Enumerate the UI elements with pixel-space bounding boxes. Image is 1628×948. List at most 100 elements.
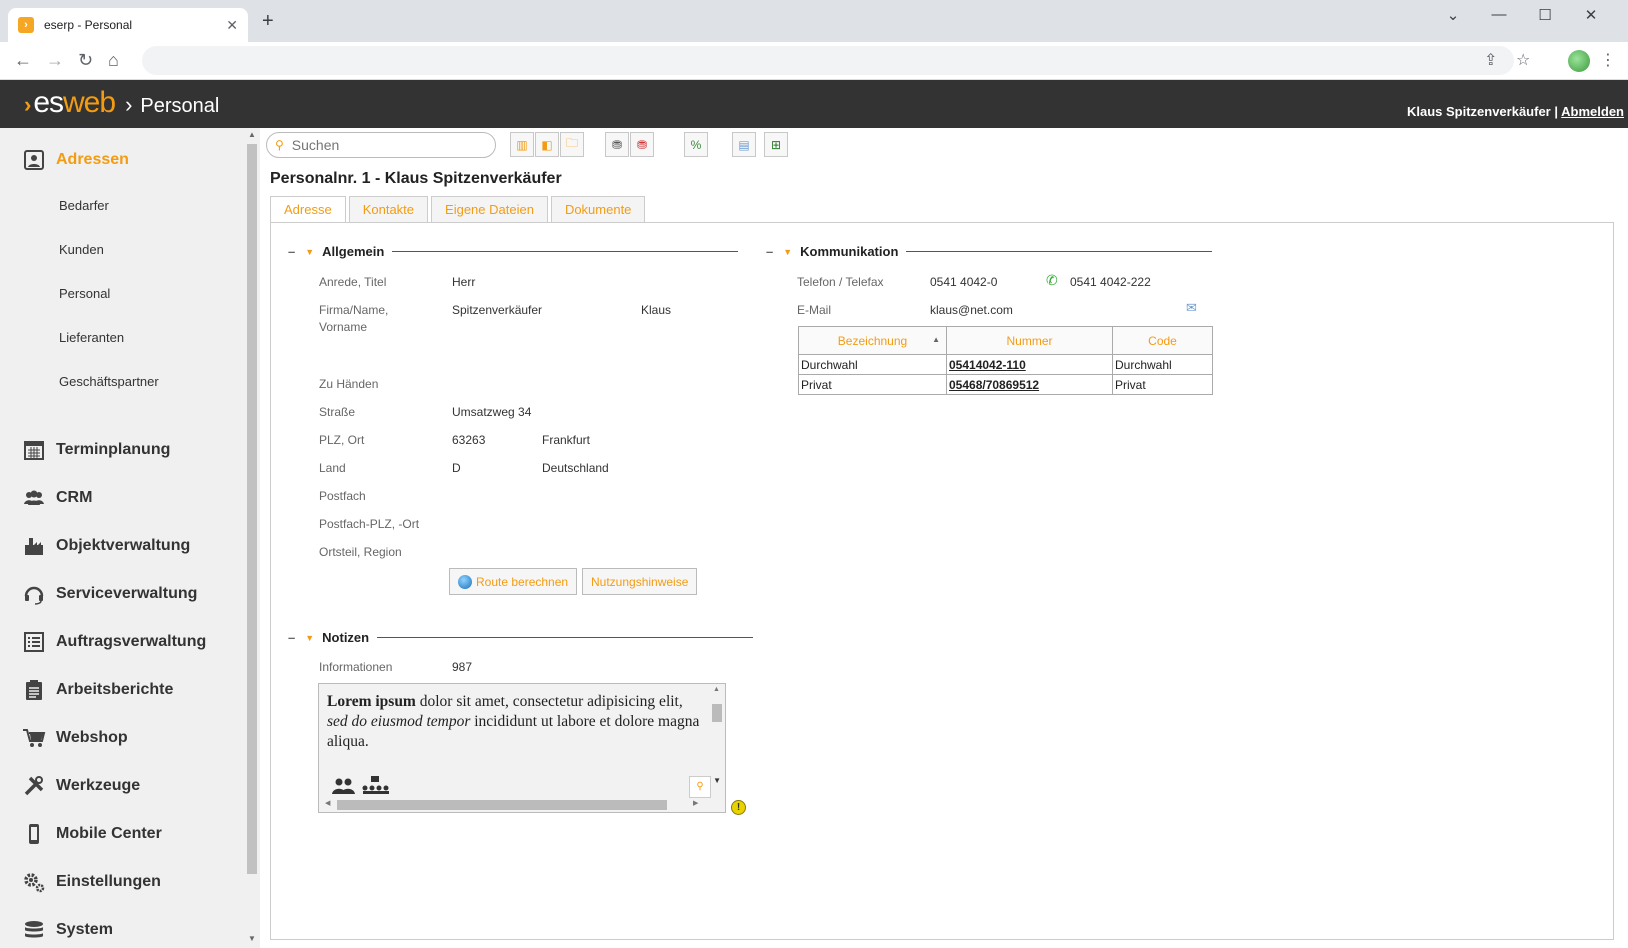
sidebar-subitem-lieferanten[interactable]: Lieferanten — [59, 330, 124, 345]
tab-search-button[interactable]: ⌄ — [1430, 6, 1476, 24]
close-tab-icon[interactable]: ✕ — [226, 17, 238, 34]
esweb-logo[interactable]: › es web › Personal — [24, 86, 219, 120]
close-window-button[interactable]: ✕ — [1568, 6, 1614, 24]
sidebar-item-werkzeuge[interactable]: Werkzeuge — [22, 774, 140, 798]
sidebar-item-adressen[interactable]: Adressen — [22, 148, 129, 172]
scrollbar-thumb[interactable] — [712, 704, 722, 722]
notes-text-1: dolor sit amet, consectetur adipisicing … — [415, 693, 683, 710]
tab-kontakte[interactable]: Kontakte — [348, 196, 429, 222]
app-header: › es web › Personal Klaus Spitzenverkäuf… — [0, 80, 1628, 128]
detail-view-icon: ◧ — [541, 137, 553, 152]
reload-icon[interactable]: ↻ — [78, 50, 93, 70]
column-header-nummer[interactable]: Nummer — [946, 326, 1113, 355]
sidebar-item-system[interactable]: System — [22, 918, 113, 942]
cell-bezeichnung: Durchwahl — [798, 354, 947, 375]
browser-menu-icon[interactable]: ⋮ — [1600, 50, 1616, 70]
user-name: Klaus Spitzenverkäufer — [1406, 104, 1551, 119]
table-row[interactable]: Durchwahl 05414042-110 Durchwahl — [798, 354, 1213, 375]
share-icon[interactable]: ⇪ — [1484, 50, 1497, 70]
sidebar-subitem-kunden[interactable]: Kunden — [59, 242, 104, 257]
sidebar-item-label: Webshop — [56, 729, 128, 746]
back-icon[interactable]: ← — [14, 50, 32, 70]
view-detail-button[interactable]: ◧ — [535, 132, 559, 157]
profile-avatar[interactable] — [1568, 50, 1590, 72]
sidebar-item-mobile-center[interactable]: Mobile Center — [22, 822, 162, 846]
tab-adresse[interactable]: Adresse — [270, 196, 346, 223]
sidebar-item-auftragsverwaltung[interactable]: Auftragsverwaltung — [22, 630, 206, 654]
bookmark-star-icon[interactable]: ☆ — [1516, 50, 1530, 70]
value-plz: 63263 — [452, 433, 486, 447]
cell-nummer-link[interactable]: 05414042-110 — [946, 354, 1113, 375]
column-header-bezeichnung[interactable]: Bezeichnung ▲ — [798, 326, 947, 355]
scrollbar-thumb[interactable] — [247, 144, 257, 874]
home-icon[interactable]: ⌂ — [108, 50, 119, 70]
section-allgemein[interactable]: – ▼ Allgemein — [288, 244, 739, 259]
excel-export-button[interactable]: ⊞ — [764, 132, 788, 157]
nutzungshinweise-button[interactable]: Nutzungshinweise — [582, 568, 698, 595]
section-notizen[interactable]: – ▼ Notizen — [288, 630, 754, 645]
sidebar-item-serviceverwaltung[interactable]: Serviceverwaltung — [22, 582, 197, 606]
mail-icon[interactable]: ✉ — [1186, 300, 1197, 316]
notes-text[interactable]: Lorem ipsum dolor sit amet, consectetur … — [327, 692, 707, 752]
logout-link[interactable]: Abmelden — [1561, 104, 1624, 119]
warning-icon[interactable]: ! — [731, 800, 746, 815]
sidebar-scrollbar[interactable]: ▲ ▼ — [244, 128, 260, 948]
maximize-button[interactable]: ☐ — [1522, 6, 1568, 24]
percent-button[interactable]: % — [684, 132, 708, 157]
tab-dokumente[interactable]: Dokumente — [550, 196, 646, 222]
dropdown-arrow-icon[interactable]: ▼ — [713, 776, 721, 785]
report-button[interactable]: ▤ — [732, 132, 756, 157]
forward-icon[interactable]: → — [46, 50, 64, 70]
collapse-icon[interactable]: – — [766, 244, 773, 259]
notes-bold-text: Lorem ipsum — [327, 693, 416, 710]
zoom-button[interactable]: ⚲ — [689, 776, 711, 798]
browser-tab[interactable]: › eserp - Personal ✕ — [8, 8, 248, 42]
section-kommunikation[interactable]: – ▼ Kommunikation — [766, 244, 1213, 259]
stamp-delete-button[interactable]: ⛃ — [630, 132, 654, 157]
table-row[interactable]: Privat 05468/70869512 Privat — [798, 374, 1213, 395]
view-list-button[interactable]: ▥ — [510, 132, 534, 157]
sidebar-item-webshop[interactable]: Webshop — [22, 726, 128, 750]
tab-eigene-dateien[interactable]: Eigene Dateien — [431, 196, 548, 222]
globe-icon — [458, 574, 472, 589]
scroll-up-icon[interactable]: ▲ — [248, 130, 256, 139]
sidebar-item-arbeitsberichte[interactable]: Arbeitsberichte — [22, 678, 173, 702]
breadcrumb-chevron-icon: › — [125, 92, 133, 117]
value-email[interactable]: klaus@net.com — [930, 302, 1013, 319]
scroll-down-icon[interactable]: ▼ — [248, 934, 256, 943]
sidebar-subitem-geschaeftspartner[interactable]: Geschäftspartner — [59, 374, 159, 389]
sidebar-item-label: System — [56, 921, 113, 938]
folder-button[interactable]: 🗀 — [560, 132, 584, 157]
collapse-icon[interactable]: – — [288, 630, 295, 645]
tools-icon — [22, 774, 46, 798]
sidebar-item-crm[interactable]: CRM — [22, 486, 92, 510]
sidebar-item-objektverwaltung[interactable]: Objektverwaltung — [22, 534, 190, 558]
sidebar-subitem-personal[interactable]: Personal — [59, 286, 110, 301]
zoom-icon: ⚲ — [696, 781, 704, 792]
search-box[interactable]: ⚲ — [266, 132, 496, 158]
phone-icon[interactable]: ✆ — [1046, 272, 1058, 289]
notes-editor[interactable]: Lorem ipsum dolor sit amet, consectetur … — [318, 683, 726, 813]
scroll-right-icon[interactable]: ▶ — [693, 799, 698, 807]
sidebar-item-terminplanung[interactable]: Terminplanung — [22, 438, 170, 462]
scroll-up-icon[interactable]: ▲ — [713, 686, 720, 693]
route-berechnen-button[interactable]: Route berechnen — [449, 568, 578, 595]
collapse-icon[interactable]: – — [288, 244, 295, 259]
cell-nummer-link[interactable]: 05468/70869512 — [946, 374, 1113, 395]
value-telefon[interactable]: 0541 4042-0 — [930, 274, 997, 291]
sidebar-item-label: Werkzeuge — [56, 777, 141, 794]
minimize-button[interactable]: — — [1476, 6, 1522, 24]
scrollbar-thumb[interactable] — [337, 800, 667, 810]
value-anrede: Herr — [452, 275, 476, 289]
logo-es: es — [33, 86, 64, 119]
new-tab-button[interactable]: + — [262, 11, 274, 31]
breadcrumb-module: Personal — [140, 95, 220, 117]
scroll-left-icon[interactable]: ◀ — [325, 799, 330, 807]
address-bar[interactable] — [142, 46, 1514, 75]
search-input[interactable] — [291, 137, 482, 153]
stamp-button[interactable]: ⛃ — [605, 132, 629, 157]
notes-horizontal-scrollbar[interactable]: ◀ ▶ — [323, 798, 703, 810]
column-header-code[interactable]: Code — [1112, 326, 1213, 355]
sidebar-subitem-bedarfer[interactable]: Bedarfer — [59, 198, 109, 213]
sidebar-item-einstellungen[interactable]: Einstellungen — [22, 870, 161, 894]
